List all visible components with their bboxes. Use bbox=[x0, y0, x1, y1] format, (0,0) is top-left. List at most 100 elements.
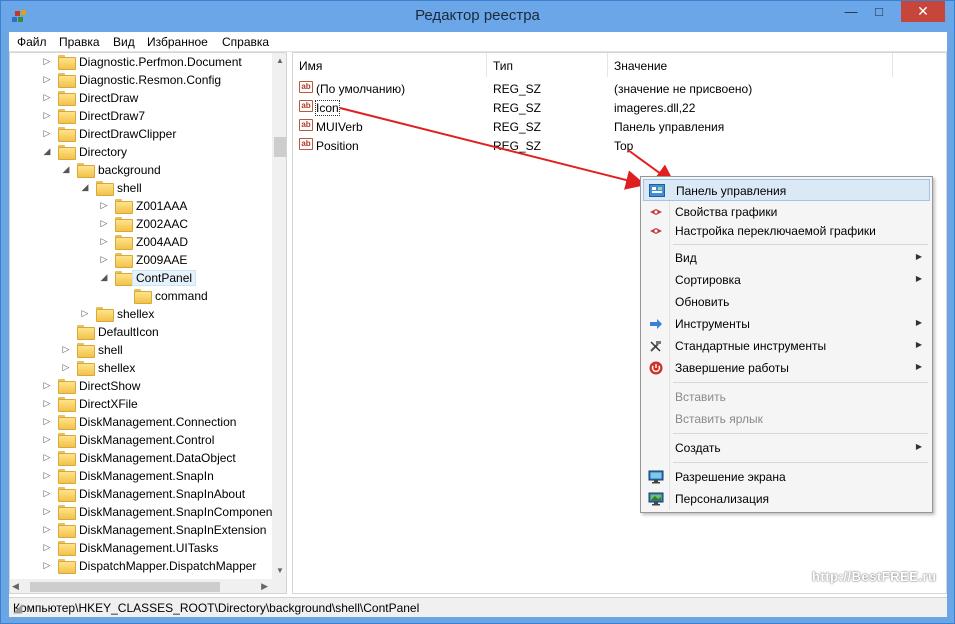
title-bar[interactable]: Редактор реестра — □ ✕ bbox=[1, 1, 954, 32]
tree-item[interactable]: ▷ DirectXFile bbox=[10, 395, 272, 413]
tree-item-label: DiskManagement.Connection bbox=[79, 415, 237, 429]
tree-item[interactable]: ◢ shell bbox=[10, 179, 272, 197]
value-row[interactable]: ab MUIVerb REG_SZ Панель управления bbox=[293, 117, 943, 136]
menu-help[interactable]: Справка bbox=[222, 35, 269, 49]
tree-vertical-scrollbar[interactable]: ▲ ▼ bbox=[272, 53, 286, 579]
scroll-right-arrow-icon[interactable]: ▶ bbox=[261, 581, 268, 592]
menu-item-new[interactable]: Создать ▶ bbox=[643, 437, 930, 459]
tree-item[interactable]: ▷ DiskManagement.Control bbox=[10, 431, 272, 449]
menu-item-shutdown[interactable]: Завершение работы ▶ bbox=[643, 357, 930, 379]
tree-horizontal-scroll-thumb[interactable] bbox=[30, 582, 220, 592]
expand-arrow-icon[interactable]: ▷ bbox=[42, 488, 52, 499]
expand-arrow-icon[interactable]: ▷ bbox=[42, 92, 52, 103]
tree-item[interactable]: ▷ Z002AAC bbox=[10, 215, 272, 233]
resize-grip-icon[interactable]: ◢ bbox=[13, 601, 945, 615]
column-header-value[interactable]: Значение bbox=[608, 53, 893, 77]
menu-item-tools[interactable]: Инструменты ▶ bbox=[643, 313, 930, 335]
collapse-arrow-icon[interactable]: ◢ bbox=[61, 164, 71, 175]
minimize-button[interactable]: — bbox=[838, 4, 864, 20]
menu-favorites[interactable]: Избранное bbox=[147, 35, 208, 49]
expand-arrow-icon[interactable]: ▷ bbox=[42, 542, 52, 553]
column-header-type[interactable]: Тип bbox=[487, 53, 608, 77]
expand-arrow-icon[interactable]: ▷ bbox=[61, 362, 71, 373]
folder-icon bbox=[58, 451, 76, 466]
expand-arrow-icon[interactable]: ▷ bbox=[99, 254, 109, 265]
value-data: Top bbox=[614, 139, 634, 153]
collapse-arrow-icon[interactable]: ◢ bbox=[42, 146, 52, 157]
menu-item-screen-resolution[interactable]: Разрешение экрана bbox=[643, 466, 930, 488]
tree-item[interactable]: ▷ DiskManagement.DataObject bbox=[10, 449, 272, 467]
menu-file[interactable]: Файл bbox=[17, 35, 47, 49]
expand-arrow-icon[interactable]: ▷ bbox=[42, 128, 52, 139]
menu-item-view[interactable]: Вид ▶ bbox=[643, 247, 930, 269]
tree-item[interactable]: ▷ Z009AAE bbox=[10, 251, 272, 269]
menu-edit[interactable]: Правка bbox=[59, 35, 100, 49]
collapse-arrow-icon[interactable]: ◢ bbox=[99, 272, 109, 283]
tree-item[interactable]: command bbox=[10, 287, 272, 305]
tree-item-selected[interactable]: ◢ ContPanel bbox=[10, 269, 272, 287]
value-row[interactable]: ab Position REG_SZ Top bbox=[293, 136, 943, 155]
tree-item[interactable]: ▷ shellex bbox=[10, 305, 272, 323]
scroll-up-arrow-icon[interactable]: ▲ bbox=[272, 53, 286, 69]
menu-item-sort[interactable]: Сортировка ▶ bbox=[643, 269, 930, 291]
tree-item[interactable]: ▷ DiskManagement.SnapInComponen bbox=[10, 503, 272, 521]
expand-arrow-icon[interactable]: ▷ bbox=[42, 380, 52, 391]
tree-item-label: Z002AAC bbox=[136, 217, 189, 231]
tree-horizontal-scrollbar[interactable]: ◀ ▶ bbox=[10, 579, 272, 593]
value-row[interactable]: ab Icon REG_SZ imageres.dll,22 bbox=[293, 98, 943, 117]
tree-item[interactable]: ▷ DirectDrawClipper bbox=[10, 125, 272, 143]
expand-arrow-icon[interactable]: ▷ bbox=[42, 524, 52, 535]
expand-arrow-icon[interactable]: ▷ bbox=[42, 506, 52, 517]
folder-icon bbox=[58, 541, 76, 556]
tree-item[interactable]: ▷ shell bbox=[10, 341, 272, 359]
folder-icon bbox=[134, 289, 152, 304]
tree-item[interactable]: ◢ background bbox=[10, 161, 272, 179]
tree-item[interactable]: ▷ DispatchMapper.DispatchMapper bbox=[10, 557, 272, 575]
scroll-left-arrow-icon[interactable]: ◀ bbox=[12, 581, 19, 592]
expand-arrow-icon[interactable]: ▷ bbox=[42, 434, 52, 445]
tree-item[interactable]: ▷ Z004AAD bbox=[10, 233, 272, 251]
expand-arrow-icon[interactable]: ▷ bbox=[42, 398, 52, 409]
expand-arrow-icon[interactable]: ▷ bbox=[99, 200, 109, 211]
expand-arrow-icon[interactable]: ▷ bbox=[42, 452, 52, 463]
menu-view[interactable]: Вид bbox=[113, 35, 135, 49]
tree-item-label: DirectDraw7 bbox=[79, 109, 146, 123]
expand-arrow-icon[interactable]: ▷ bbox=[42, 56, 52, 67]
expand-arrow-icon[interactable]: ▷ bbox=[42, 74, 52, 85]
collapse-arrow-icon[interactable]: ◢ bbox=[80, 182, 90, 193]
tree-item[interactable]: ▷ DirectDraw bbox=[10, 89, 272, 107]
close-button[interactable]: ✕ bbox=[901, 1, 945, 22]
tree-item[interactable]: ▷ DiskManagement.UITasks bbox=[10, 539, 272, 557]
tree-item[interactable]: ▷ Z001AAA bbox=[10, 197, 272, 215]
tree-item[interactable]: ▷ shellex bbox=[10, 359, 272, 377]
tree-item[interactable]: ▷ DiskManagement.Connection bbox=[10, 413, 272, 431]
tree-item[interactable]: ◢ Directory bbox=[10, 143, 272, 161]
scroll-down-arrow-icon[interactable]: ▼ bbox=[272, 563, 286, 579]
menu-item-control-panel[interactable]: Панель управления bbox=[643, 179, 930, 201]
menu-item-standard-tools[interactable]: Стандартные инструменты ▶ bbox=[643, 335, 930, 357]
expand-arrow-icon[interactable]: ▷ bbox=[99, 218, 109, 229]
tree-item[interactable]: ▷ DiskManagement.SnapInAbout bbox=[10, 485, 272, 503]
expand-arrow-icon[interactable]: ▷ bbox=[42, 560, 52, 571]
tree-item[interactable]: ▷ DirectShow bbox=[10, 377, 272, 395]
tree-item[interactable]: ▷ Diagnostic.Resmon.Config bbox=[10, 71, 272, 89]
expand-arrow-icon[interactable]: ▷ bbox=[42, 416, 52, 427]
expand-arrow-icon[interactable]: ▷ bbox=[99, 236, 109, 247]
expand-arrow-icon[interactable]: ▷ bbox=[42, 110, 52, 121]
tree-vertical-scroll-thumb[interactable] bbox=[274, 137, 286, 157]
maximize-button[interactable]: □ bbox=[866, 4, 892, 20]
expand-arrow-icon[interactable]: ▷ bbox=[80, 308, 90, 319]
tree-item[interactable]: ▷ Diagnostic.Perfmon.Document bbox=[10, 53, 272, 71]
menu-item-switchable-graphics[interactable]: Настройка переключаемой графики bbox=[643, 220, 930, 242]
tree-item[interactable]: DefaultIcon bbox=[10, 323, 272, 341]
value-row[interactable]: ab (По умолчанию) REG_SZ (значение не пр… bbox=[293, 79, 943, 98]
column-header-name[interactable]: Имя bbox=[293, 53, 487, 77]
expand-arrow-icon[interactable]: ▷ bbox=[42, 470, 52, 481]
tree-item[interactable]: ▷ DiskManagement.SnapIn bbox=[10, 467, 272, 485]
tree-item[interactable]: ▷ DirectDraw7 bbox=[10, 107, 272, 125]
tree-item[interactable]: ▷ DiskManagement.SnapInExtension bbox=[10, 521, 272, 539]
menu-item-refresh[interactable]: Обновить bbox=[643, 291, 930, 313]
menu-item-personalization[interactable]: Персонализация bbox=[643, 488, 930, 510]
registry-tree[interactable]: ▷ Diagnostic.Perfmon.Document ▷ Diagnostic… bbox=[9, 52, 287, 594]
expand-arrow-icon[interactable]: ▷ bbox=[61, 344, 71, 355]
